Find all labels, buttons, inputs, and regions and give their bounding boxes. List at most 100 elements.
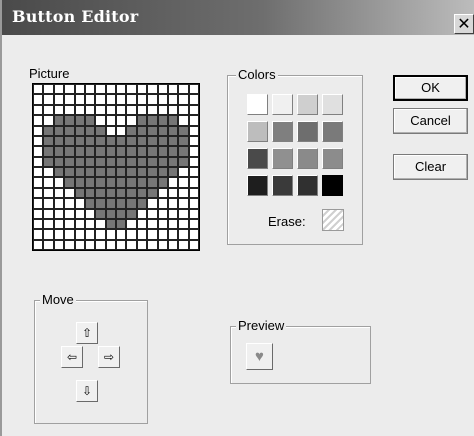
pixel-cell[interactable] — [188, 198, 199, 209]
pixel-cell[interactable] — [84, 146, 96, 157]
pixel-cell[interactable] — [33, 239, 44, 250]
pixel-cell[interactable] — [74, 187, 85, 199]
pixel-cell[interactable] — [147, 239, 158, 250]
pixel-cell[interactable] — [136, 198, 148, 209]
pixel-cell[interactable] — [147, 167, 158, 178]
pixel-cell[interactable] — [178, 104, 189, 116]
pixel-cell[interactable] — [33, 187, 44, 199]
pixel-cell[interactable] — [74, 84, 85, 95]
pixel-cell[interactable] — [188, 177, 199, 188]
pixel-cell[interactable] — [126, 208, 137, 219]
pixel-cell[interactable] — [188, 115, 199, 126]
pixel-cell[interactable] — [126, 239, 137, 250]
pixel-cell[interactable] — [84, 229, 96, 240]
pixel-cell[interactable] — [147, 177, 158, 188]
pixel-cell[interactable] — [105, 208, 116, 219]
color-swatch[interactable] — [247, 94, 268, 115]
pixel-cell[interactable] — [33, 104, 44, 116]
pixel-cell[interactable] — [147, 198, 158, 209]
pixel-cell[interactable] — [95, 146, 106, 157]
pixel-cell[interactable] — [157, 208, 168, 219]
pixel-cell[interactable] — [74, 177, 85, 188]
pixel-cell[interactable] — [147, 115, 158, 126]
pixel-cell[interactable] — [126, 94, 137, 105]
pixel-cell[interactable] — [105, 156, 116, 167]
pixel-cell[interactable] — [74, 104, 85, 116]
color-swatch[interactable] — [272, 94, 293, 115]
pixel-cell[interactable] — [136, 208, 148, 219]
color-swatch[interactable] — [247, 148, 268, 169]
color-swatch[interactable] — [322, 94, 343, 115]
pixel-cell[interactable] — [84, 84, 96, 95]
pixel-cell[interactable] — [43, 229, 54, 240]
pixel-cell[interactable] — [147, 208, 158, 219]
picture-pixel-grid[interactable] — [32, 83, 200, 251]
pixel-cell[interactable] — [53, 84, 65, 95]
pixel-cell[interactable] — [167, 94, 179, 105]
pixel-cell[interactable] — [157, 146, 168, 157]
pixel-cell[interactable] — [33, 135, 44, 147]
pixel-cell[interactable] — [126, 198, 137, 209]
pixel-cell[interactable] — [178, 135, 189, 147]
pixel-cell[interactable] — [43, 239, 54, 250]
pixel-cell[interactable] — [43, 198, 54, 209]
pixel-cell[interactable] — [178, 218, 189, 230]
pixel-cell[interactable] — [167, 84, 179, 95]
pixel-cell[interactable] — [157, 84, 168, 95]
pixel-cell[interactable] — [147, 229, 158, 240]
pixel-cell[interactable] — [43, 115, 54, 126]
pixel-cell[interactable] — [53, 104, 65, 116]
pixel-cell[interactable] — [105, 135, 116, 147]
color-swatch[interactable] — [247, 121, 268, 142]
pixel-cell[interactable] — [95, 229, 106, 240]
pixel-cell[interactable] — [84, 177, 96, 188]
pixel-cell[interactable] — [147, 146, 158, 157]
pixel-cell[interactable] — [53, 156, 65, 167]
pixel-cell[interactable] — [43, 146, 54, 157]
pixel-cell[interactable] — [74, 229, 85, 240]
pixel-cell[interactable] — [116, 94, 127, 105]
move-left-button[interactable]: ⇦ — [61, 346, 83, 368]
pixel-cell[interactable] — [157, 239, 168, 250]
pixel-cell[interactable] — [53, 146, 65, 157]
pixel-cell[interactable] — [43, 84, 54, 95]
color-swatch[interactable] — [247, 175, 268, 196]
pixel-cell[interactable] — [178, 125, 189, 136]
pixel-cell[interactable] — [147, 84, 158, 95]
pixel-cell[interactable] — [84, 208, 96, 219]
pixel-cell[interactable] — [167, 135, 179, 147]
pixel-cell[interactable] — [74, 167, 85, 178]
move-up-button[interactable]: ⇧ — [76, 322, 98, 344]
pixel-cell[interactable] — [84, 187, 96, 199]
pixel-cell[interactable] — [95, 177, 106, 188]
pixel-cell[interactable] — [95, 94, 106, 105]
pixel-cell[interactable] — [157, 104, 168, 116]
pixel-cell[interactable] — [64, 146, 75, 157]
pixel-cell[interactable] — [136, 146, 148, 157]
pixel-cell[interactable] — [136, 187, 148, 199]
color-swatch[interactable] — [322, 148, 343, 169]
color-swatch[interactable] — [297, 175, 318, 196]
pixel-cell[interactable] — [188, 167, 199, 178]
pixel-cell[interactable] — [178, 115, 189, 126]
pixel-cell[interactable] — [53, 177, 65, 188]
pixel-cell[interactable] — [33, 208, 44, 219]
move-right-button[interactable]: ⇨ — [98, 346, 120, 368]
pixel-cell[interactable] — [53, 239, 65, 250]
pixel-cell[interactable] — [178, 156, 189, 167]
pixel-cell[interactable] — [126, 229, 137, 240]
pixel-cell[interactable] — [74, 218, 85, 230]
pixel-cell[interactable] — [188, 156, 199, 167]
pixel-cell[interactable] — [74, 115, 85, 126]
color-swatch[interactable] — [322, 121, 343, 142]
pixel-cell[interactable] — [74, 208, 85, 219]
pixel-cell[interactable] — [64, 104, 75, 116]
pixel-cell[interactable] — [105, 94, 116, 105]
pixel-cell[interactable] — [167, 167, 179, 178]
pixel-cell[interactable] — [167, 156, 179, 167]
pixel-cell[interactable] — [53, 187, 65, 199]
pixel-cell[interactable] — [105, 115, 116, 126]
pixel-cell[interactable] — [116, 239, 127, 250]
pixel-cell[interactable] — [157, 125, 168, 136]
pixel-cell[interactable] — [84, 94, 96, 105]
